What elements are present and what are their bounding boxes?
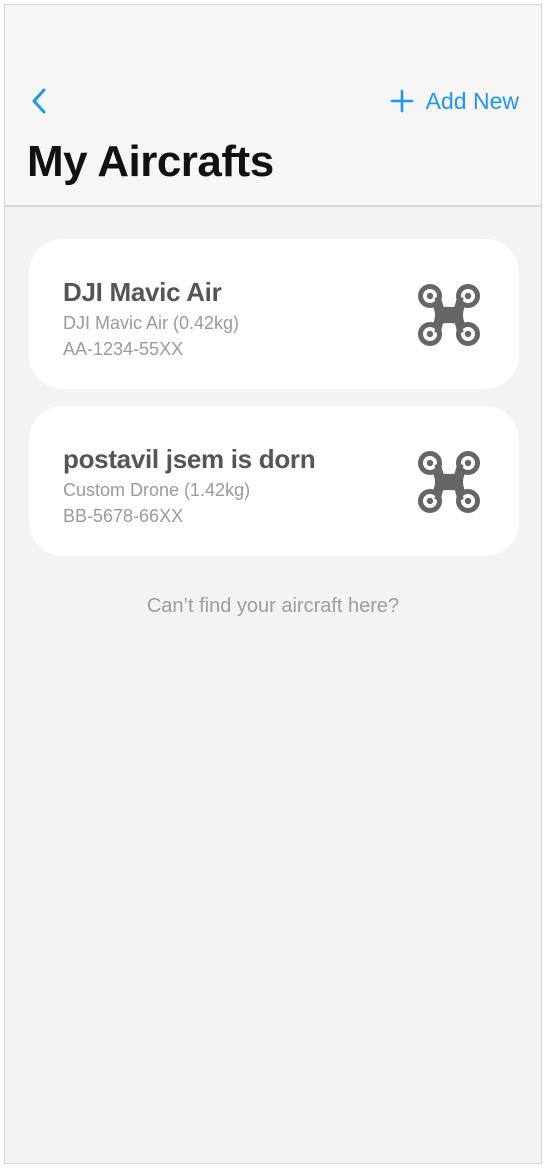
aircraft-model: Custom Drone (1.42kg) <box>63 480 251 500</box>
aircraft-model: DJI Mavic Air (0.42kg) <box>63 313 240 333</box>
aircraft-name: DJI Mavic Air <box>63 277 222 307</box>
add-new-button[interactable]: Add New <box>390 85 519 117</box>
aircraft-registration: BB-5678-66XX <box>63 506 184 526</box>
add-new-label: Add New <box>425 87 519 114</box>
screen: Add New My Aircrafts DJI Mavic Air DJI M… <box>4 4 542 1164</box>
plus-icon <box>390 89 413 113</box>
cant-find-aircraft-link[interactable]: Can’t find your aircraft here? <box>5 595 541 618</box>
drone-icon <box>418 284 480 346</box>
aircraft-name: postavil jsem is dorn <box>63 444 316 474</box>
back-button[interactable] <box>23 85 55 117</box>
page-title: My Aircrafts <box>27 137 274 186</box>
aircraft-card[interactable]: postavil jsem is dorn Custom Drone (1.42… <box>29 406 519 556</box>
aircraft-card[interactable]: DJI Mavic Air DJI Mavic Air (0.42kg) AA-… <box>29 239 519 389</box>
navigation-header: Add New My Aircrafts <box>5 5 541 207</box>
chevron-left-icon <box>32 88 46 114</box>
drone-icon <box>418 451 480 513</box>
aircraft-registration: AA-1234-55XX <box>63 339 184 359</box>
